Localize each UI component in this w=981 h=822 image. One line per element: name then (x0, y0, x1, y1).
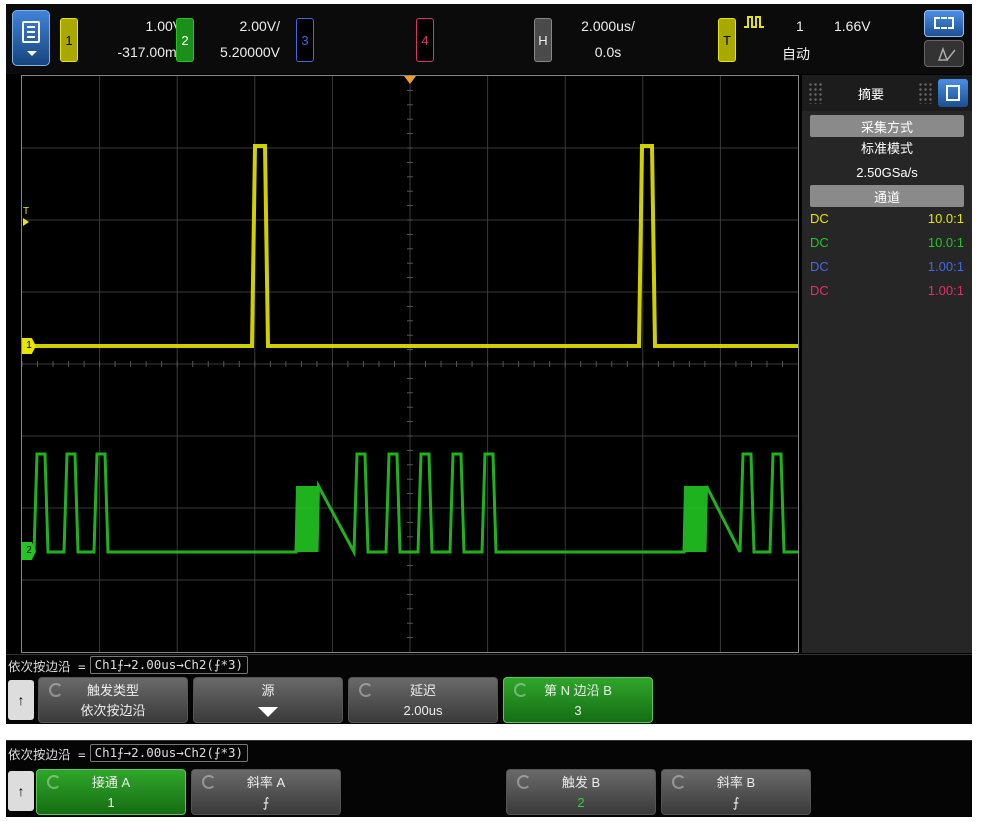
zoom-box-icon (934, 17, 954, 29)
softkey-value: 1 (107, 795, 115, 810)
softkey-title: 源 (261, 683, 275, 698)
softkey-value: 依次按边沿 (80, 703, 146, 718)
softkey-value: 2.00us (403, 703, 443, 718)
arrow-down-icon (258, 707, 278, 717)
channel-1-badge: 1 (60, 18, 78, 62)
trigger-sequence: Ch1⨍→2.00us→Ch2(⨍*3) (89, 656, 249, 674)
channel-row: DC 10.0:1 (802, 207, 972, 231)
softkey-nth-edge[interactable]: 第 N 边沿 B 3 (503, 677, 653, 723)
back-up-button[interactable]: ↑ (8, 680, 34, 720)
trigger-level: 1.66V (834, 18, 871, 34)
arrow-up-icon: ↑ (17, 783, 25, 799)
measure-tools (924, 10, 964, 68)
softkey-title: 第 N 边沿 B (544, 683, 612, 698)
horizontal-delay: 0.0s (594, 44, 622, 60)
softkey-title: 延迟 (409, 683, 436, 698)
summary-tab[interactable]: 摘要 (824, 84, 918, 103)
delta-icon (937, 46, 956, 61)
trigger-readout[interactable]: T 1 1.66V 自动 (718, 14, 878, 68)
oscilloscope-window: 1 1.00V/ -317.00mV 2 2.00V/ 5.20000V 3 4… (6, 4, 972, 724)
status-bar: 1 1.00V/ -317.00mV 2 2.00V/ 5.20000V 3 4… (6, 4, 972, 74)
menu-icon (22, 21, 40, 43)
softkey-title: 触发 B (561, 775, 601, 790)
summary-panel-header: 摘要 (802, 75, 972, 111)
horizontal-badge: H (534, 18, 552, 62)
coupling: DC (810, 259, 829, 274)
probe-ratio: 10.0:1 (927, 235, 964, 250)
channel-2-scale: 2.00V/ (239, 18, 280, 34)
trigger-summary-prefix: 依次按边沿 = (8, 746, 86, 762)
trigger-level-text: T (23, 206, 30, 217)
panel-menu-button[interactable] (938, 79, 968, 107)
softkey-value: 2 (577, 795, 585, 810)
softkey-bar: 依次按边沿 = Ch1⨍→2.00us→Ch2(⨍*3) ↑ 触发类型 依次按边… (6, 654, 972, 724)
trigger-summary: 依次按边沿 = Ch1⨍→2.00us→Ch2(⨍*3) (8, 743, 249, 763)
chevron-down-icon (27, 51, 37, 56)
rising-edge-icon (744, 16, 764, 28)
sample-rate: 2.50GSa/s (856, 165, 918, 180)
channel-1-offset: -317.00mV (117, 44, 186, 60)
channel-row: DC 10.0:1 (802, 231, 972, 255)
channel-1-scale: 1.00V/ (145, 18, 186, 34)
softkey-arm-a[interactable]: 接通 A 1 (36, 769, 186, 815)
softkey-title: 触发类型 (86, 683, 139, 698)
softkey-title: 斜率 B (716, 775, 756, 790)
arrow-right-icon (23, 218, 29, 226)
trigger-mode: 自动 (782, 46, 810, 62)
coupling: DC (810, 211, 829, 226)
drag-handle-icon[interactable] (918, 82, 934, 104)
channel-row: DC 1.00:1 (802, 279, 972, 303)
softkey-title: 接通 A (91, 775, 131, 790)
acquisition-mode: 标准模式 (860, 141, 913, 156)
probe-ratio: 1.00:1 (927, 259, 964, 274)
channel-1-readout[interactable]: 1 1.00V/ -317.00mV (60, 18, 190, 68)
main-menu-button[interactable] (12, 10, 50, 66)
softkey-bar-2: 依次按边沿 = Ch1⨍→2.00us→Ch2(⨍*3) ↑ 接通 A 1 斜率… (6, 740, 972, 817)
back-up-button[interactable]: ↑ (8, 771, 34, 811)
channel-row: DC 1.00:1 (802, 255, 972, 279)
summary-panel: 摘要 采集方式 标准模式 2.50GSa/s 通道 DC 10.0:1 DC 1… (802, 75, 972, 653)
trigger-level-marker[interactable]: T (22, 206, 32, 226)
coupling: DC (810, 283, 829, 298)
softkey-value: ⨍ (732, 795, 740, 810)
drag-handle-icon[interactable] (808, 82, 824, 104)
channel-4-badge[interactable]: 4 (416, 18, 434, 62)
softkey-trigger-type[interactable]: 触发类型 依次按边沿 (38, 677, 188, 723)
softkey-value: 3 (574, 703, 582, 718)
softkey-slope-b[interactable]: 斜率 B ⨍ (661, 769, 811, 815)
waveform-graticule (22, 76, 798, 652)
timebase: 2.000us/ (581, 18, 635, 34)
trigger-source: 1 (796, 18, 804, 34)
coupling: DC (810, 235, 829, 250)
acquisition-header: 采集方式 (810, 115, 964, 137)
channel-3-badge[interactable]: 3 (296, 18, 314, 62)
waveform-display[interactable]: T 1 2 (21, 75, 799, 653)
trigger-badge: T (718, 18, 736, 62)
softkey-source[interactable]: 源 (193, 677, 343, 723)
channel-2-badge: 2 (176, 18, 194, 62)
horizontal-readout[interactable]: H 2.000us/ 0.0s (534, 18, 664, 68)
trigger-sequence: Ch1⨍→2.00us→Ch2(⨍*3) (89, 744, 249, 762)
channel-2-offset: 5.20000V (220, 44, 280, 60)
probe-ratio: 10.0:1 (927, 211, 964, 226)
cursor-button[interactable] (924, 40, 964, 67)
channels-header: 通道 (810, 185, 964, 207)
softkey-title: 斜率 A (246, 775, 286, 790)
softkey-value (194, 702, 342, 720)
probe-ratio: 1.00:1 (927, 283, 964, 298)
channel-2-readout[interactable]: 2 2.00V/ 5.20000V (176, 18, 286, 68)
select-zoom-button[interactable] (924, 10, 964, 37)
trigger-summary: 依次按边沿 = Ch1⨍→2.00us→Ch2(⨍*3) (8, 655, 249, 675)
softkey-value: ⨍ (262, 795, 270, 810)
list-icon (946, 85, 960, 101)
arrow-up-icon: ↑ (17, 692, 25, 708)
trigger-position-marker[interactable] (404, 76, 416, 84)
softkey-trigger-b[interactable]: 触发 B 2 (506, 769, 656, 815)
softkey-delay[interactable]: 延迟 2.00us (348, 677, 498, 723)
trigger-summary-prefix: 依次按边沿 = (8, 658, 86, 674)
softkey-slope-a[interactable]: 斜率 A ⨍ (191, 769, 341, 815)
